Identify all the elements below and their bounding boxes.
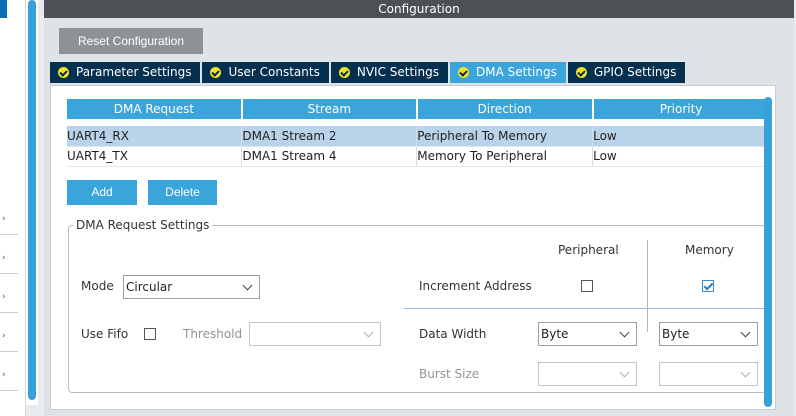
column-header-stream[interactable]: Stream [241, 99, 418, 119]
delete-button[interactable]: Delete [148, 180, 217, 205]
chevron-right-icon[interactable]: › [2, 293, 6, 302]
column-header-dma-request[interactable]: DMA Request [67, 99, 243, 119]
cell-priority: Low [592, 146, 769, 167]
data-width-label: Data Width [419, 327, 487, 341]
threshold-label: Threshold [183, 327, 243, 341]
column-header-direction[interactable]: Direction [416, 99, 594, 119]
cell-request: UART4_RX [67, 126, 243, 147]
table-row[interactable]: UART4_RX DMA1 Stream 2 Peripheral To Mem… [67, 126, 769, 147]
cell-stream: DMA1 Stream 2 [241, 126, 418, 147]
data-width-memory-select[interactable]: Byte [659, 322, 758, 346]
chevron-right-icon[interactable]: › [2, 215, 6, 224]
chevron-down-icon [242, 280, 253, 291]
group-legend: DMA Request Settings [73, 218, 213, 232]
table-header-row: DMA Request Stream Direction Priority [67, 99, 769, 119]
divider [0, 390, 18, 391]
chevron-right-icon[interactable]: › [2, 371, 6, 380]
divider [0, 273, 18, 274]
divider [0, 312, 18, 313]
dma-settings-content: DMA Request Stream Direction Priority UA… [50, 85, 776, 410]
tab-dma-settings[interactable]: DMA Settings [449, 62, 566, 83]
tab-gpio-settings[interactable]: GPIO Settings [567, 62, 686, 83]
mode-label: Mode [81, 279, 114, 293]
reset-configuration-button[interactable]: Reset Configuration [59, 28, 203, 54]
selection-marker [0, 0, 7, 18]
cell-stream: DMA1 Stream 4 [241, 146, 418, 167]
add-button[interactable]: Add [67, 180, 137, 205]
content-scrollbar[interactable] [764, 97, 772, 407]
chevron-down-icon [740, 367, 751, 378]
chevron-down-icon [740, 327, 751, 338]
cell-direction: Memory To Peripheral [416, 146, 594, 167]
use-fifo-label: Use Fifo [81, 327, 129, 341]
column-header-priority[interactable]: Priority [592, 99, 769, 119]
tab-parameter-settings[interactable]: Parameter Settings [50, 62, 201, 83]
cell-request: UART4_TX [67, 146, 243, 167]
check-circle-icon [58, 67, 69, 78]
chevron-down-icon [363, 327, 374, 338]
divider [0, 234, 18, 235]
chevron-right-icon[interactable]: › [2, 332, 6, 341]
check-circle-icon [575, 67, 587, 78]
left-nav-strip: › › › › › [0, 0, 26, 416]
column-divider [647, 240, 648, 332]
panel-title: Configuration [44, 0, 794, 18]
check-circle-icon [210, 67, 222, 78]
row-divider [404, 308, 765, 309]
mode-select[interactable]: Circular [123, 275, 260, 299]
burst-size-memory-select[interactable] [659, 362, 758, 386]
left-scrollbar[interactable] [26, 0, 38, 405]
memory-header: Memory [685, 243, 734, 257]
table-row[interactable]: UART4_TX DMA1 Stream 4 Memory To Periphe… [67, 146, 769, 167]
peripheral-header: Peripheral [558, 243, 619, 257]
tab-nvic-settings[interactable]: NVIC Settings [330, 62, 448, 83]
chevron-down-icon [619, 327, 630, 338]
increment-peripheral-checkbox[interactable] [581, 280, 593, 292]
burst-size-label: Burst Size [419, 367, 480, 381]
cell-direction: Peripheral To Memory [416, 126, 594, 147]
cell-priority: Low [592, 126, 769, 147]
threshold-select[interactable] [249, 322, 381, 346]
tab-user-constants[interactable]: User Constants [202, 62, 329, 83]
burst-size-peripheral-select[interactable] [538, 362, 637, 386]
check-circle-icon [457, 67, 469, 78]
chevron-right-icon[interactable]: › [2, 254, 6, 263]
settings-tabs: Parameter Settings User Constants NVIC S… [50, 62, 687, 83]
data-width-peripheral-select[interactable]: Byte [538, 322, 637, 346]
increment-memory-checkbox[interactable] [702, 280, 714, 292]
configuration-panel: Configuration Reset Configuration Parame… [44, 0, 794, 416]
left-scrollbar-thumb[interactable] [28, 0, 36, 400]
check-circle-icon [338, 67, 350, 78]
chevron-down-icon [619, 367, 630, 378]
dma-request-table: DMA Request Stream Direction Priority UA… [67, 99, 769, 167]
increment-address-label: Increment Address [419, 279, 532, 293]
divider [0, 351, 18, 352]
use-fifo-checkbox[interactable] [144, 328, 156, 340]
